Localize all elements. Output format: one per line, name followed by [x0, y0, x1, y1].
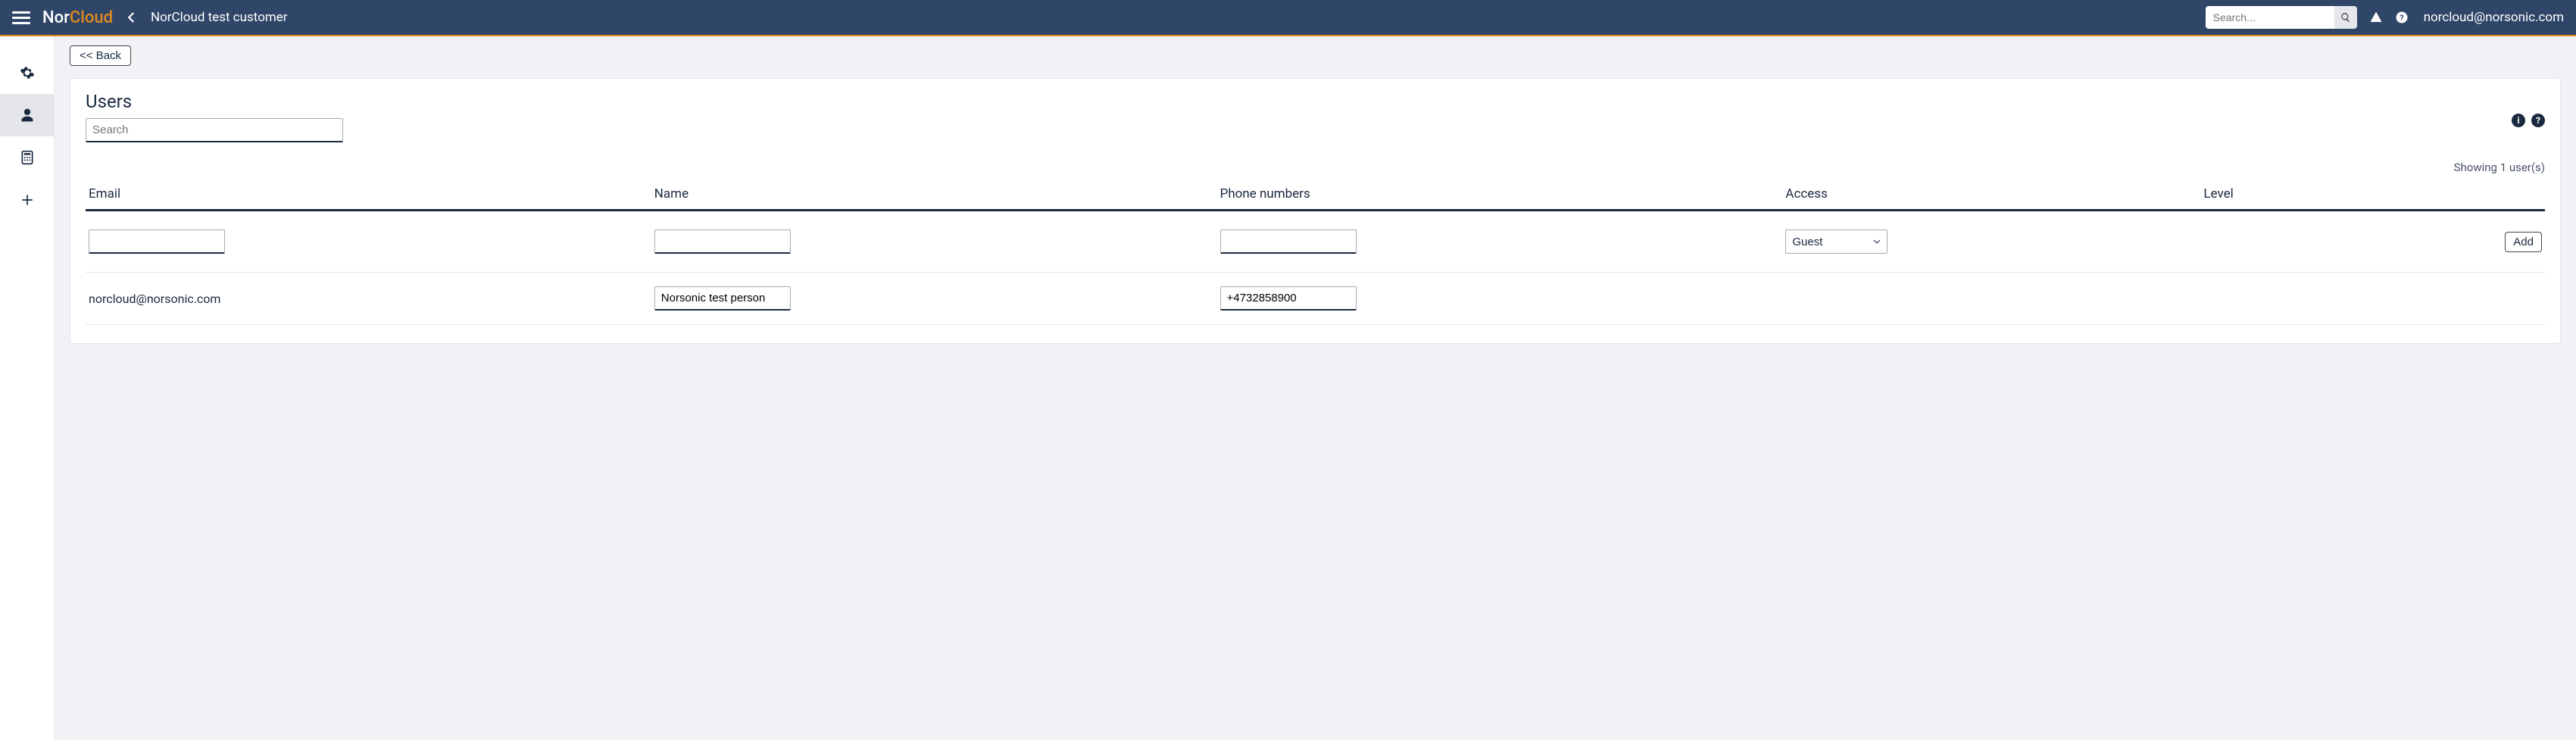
users-count: Showing 1 user(s)	[86, 161, 2545, 174]
new-email-input[interactable]	[89, 229, 225, 254]
new-access-select[interactable]: Guest	[1785, 229, 1888, 254]
col-name: Name	[651, 179, 1217, 211]
customer-name: NorCloud test customer	[151, 10, 288, 25]
calculator-icon	[20, 150, 35, 165]
users-panel: Users i ? Showing 1 user(s) Email Name P…	[70, 78, 2561, 344]
users-filter-input[interactable]	[86, 118, 343, 142]
search-icon	[2340, 12, 2351, 23]
user-icon	[20, 108, 35, 123]
sidebar-item-calculator[interactable]	[0, 136, 54, 179]
help-icon[interactable]: ?	[2395, 11, 2409, 24]
row-name-input[interactable]	[654, 286, 791, 311]
new-phone-input[interactable]	[1220, 229, 1357, 254]
panel-help-icon[interactable]: ?	[2531, 114, 2545, 127]
table-row: norcloud@norsonic.com	[86, 273, 2545, 325]
new-name-input[interactable]	[654, 229, 791, 254]
col-level: Level	[2200, 179, 2397, 211]
row-email: norcloud@norsonic.com	[86, 273, 651, 325]
add-user-button[interactable]: Add	[2505, 232, 2542, 252]
global-search-button[interactable]	[2334, 6, 2357, 29]
svg-text:?: ?	[2400, 13, 2403, 23]
sidebar-item-settings[interactable]	[0, 52, 54, 94]
back-button[interactable]: << Back	[70, 45, 131, 66]
topbar: NorCloud NorCloud test customer ? norclo…	[0, 0, 2576, 36]
brand-logo[interactable]: NorCloud	[42, 8, 113, 27]
plus-icon	[20, 192, 35, 208]
sidebar-item-users[interactable]	[0, 94, 54, 136]
col-access: Access	[1782, 179, 2200, 211]
chevron-left-icon[interactable]	[125, 11, 139, 24]
sidebar-item-add[interactable]	[0, 179, 54, 221]
global-search-input[interactable]	[2206, 6, 2334, 29]
col-email: Email	[86, 179, 651, 211]
row-phone-input[interactable]	[1220, 286, 1357, 311]
new-user-row: Guest Add	[86, 211, 2545, 273]
top-user-email[interactable]: norcloud@norsonic.com	[2424, 10, 2564, 25]
global-search	[2206, 6, 2357, 29]
users-table: Email Name Phone numbers Access Level	[86, 179, 2545, 325]
hamburger-menu-icon[interactable]	[12, 11, 30, 24]
gear-icon	[20, 65, 35, 80]
main-content: << Back Users i ? Showing 1 user(s) Emai…	[55, 36, 2576, 740]
alert-icon[interactable]	[2369, 11, 2383, 24]
sidebar	[0, 36, 55, 740]
panel-title: Users	[86, 91, 343, 112]
col-phone: Phone numbers	[1217, 179, 1783, 211]
info-icon[interactable]: i	[2512, 114, 2525, 127]
